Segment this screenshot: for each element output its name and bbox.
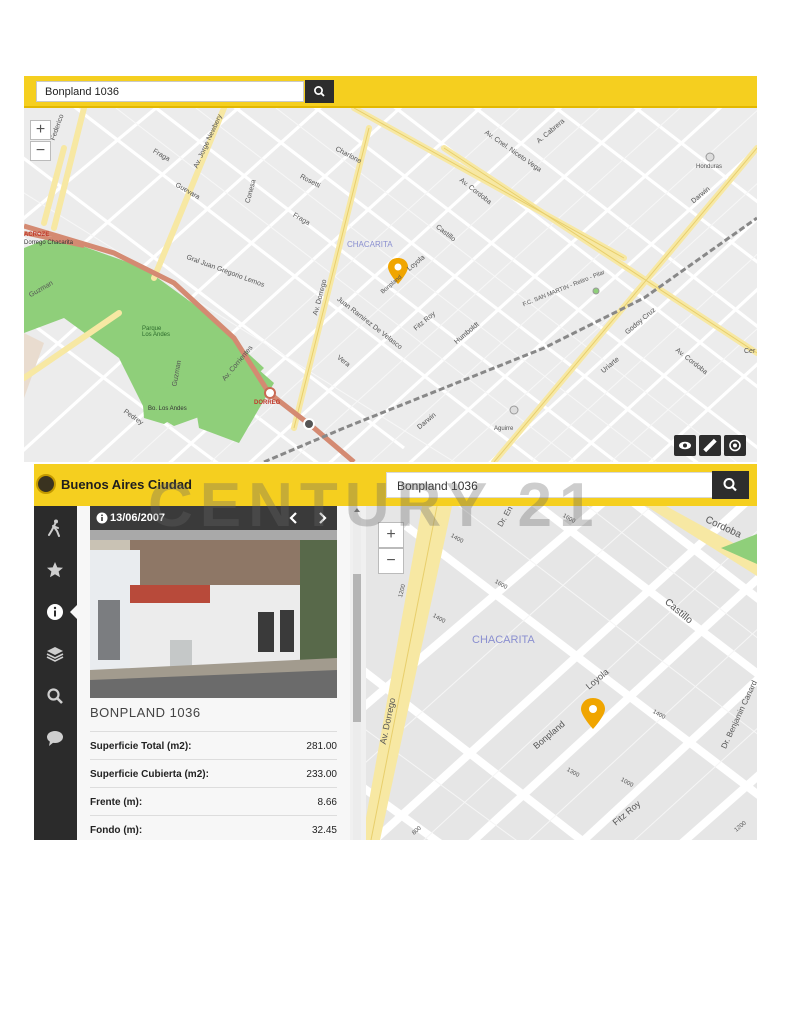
address-search-input[interactable]: Bonpland 1036 xyxy=(36,81,304,102)
neighborhood-label: CHACARITA xyxy=(347,240,393,249)
locate-button[interactable] xyxy=(724,435,746,456)
property-row: Superficie Total (m2): 281.00 xyxy=(90,731,337,760)
search-icon xyxy=(314,86,325,97)
zoom-out-button[interactable]: − xyxy=(378,548,404,574)
walk-icon xyxy=(48,519,60,537)
map-label: DORREG xyxy=(254,400,281,406)
address-title: BONPLAND 1036 xyxy=(90,705,201,720)
row-label: Superficie Cubierta (m2): xyxy=(90,769,209,780)
search-icon xyxy=(47,688,63,704)
zoom-out-button[interactable]: − xyxy=(30,141,51,161)
row-label: Fondo (m): xyxy=(90,825,143,836)
row-label: Superficie Total (m2): xyxy=(90,741,192,752)
street-photo xyxy=(90,530,337,698)
map-label: Aguirre xyxy=(494,426,514,432)
property-row: Superficie Cubierta (m2): 233.00 xyxy=(90,759,337,788)
property-row: Frente (m): 8.66 xyxy=(90,787,337,816)
row-value: 233.00 xyxy=(306,769,337,780)
map-label: Bo. Los Andes xyxy=(148,406,187,412)
eye-icon xyxy=(679,441,691,450)
view-button[interactable] xyxy=(674,435,696,456)
locate-icon xyxy=(729,439,741,452)
map-label: Honduras xyxy=(696,164,723,170)
layers-icon xyxy=(46,647,64,662)
star-icon xyxy=(47,562,63,578)
property-row: Fondo (m): 32.45 xyxy=(90,815,337,840)
map-label: ACROZE xyxy=(24,232,50,238)
map-label: Parque Los Andes xyxy=(142,326,171,338)
measure-button[interactable] xyxy=(699,435,721,456)
watermark: CENTURY 21 xyxy=(148,471,601,540)
top-map[interactable]: Charlone Rosetti Fraga Fraga Guevara Av.… xyxy=(24,108,757,462)
info-icon xyxy=(47,604,63,620)
search-icon xyxy=(723,478,737,492)
neighborhood-label: CHACARITA xyxy=(472,634,535,646)
detail-map[interactable]: Cordoba Castillo CHACARITA Loyola Bonpla… xyxy=(366,506,757,840)
sidebar xyxy=(34,506,77,840)
row-value: 32.45 xyxy=(311,825,337,836)
row-value: 281.00 xyxy=(306,741,337,752)
top-search-bar: Bonpland 1036 xyxy=(24,76,757,108)
sidebar-item-search[interactable] xyxy=(34,678,77,714)
map-label: Cer xyxy=(744,348,756,355)
property-info-panel: 13/06/2007 BONPLAND 1036 Superficie Tota… xyxy=(77,506,350,840)
scrollbar-thumb[interactable] xyxy=(353,574,361,722)
sidebar-item-walk[interactable] xyxy=(34,510,77,546)
search-button[interactable] xyxy=(712,471,749,499)
sidebar-item-info[interactable] xyxy=(34,594,77,630)
city-logo xyxy=(36,474,56,494)
sidebar-item-chat[interactable] xyxy=(34,720,77,756)
sidebar-item-favorites[interactable] xyxy=(34,552,77,588)
row-label: Frente (m): xyxy=(90,797,143,808)
search-button[interactable] xyxy=(305,80,334,103)
sidebar-item-layers[interactable] xyxy=(34,636,77,672)
map-label: Dorrego Chacarita xyxy=(24,240,74,246)
zoom-in-button[interactable]: + xyxy=(30,120,51,140)
chat-icon xyxy=(47,731,63,746)
ruler-icon xyxy=(703,438,717,453)
top-map-panel: Charlone Rosetti Fraga Fraga Guevara Av.… xyxy=(24,76,757,462)
active-pointer xyxy=(70,605,77,619)
info-icon xyxy=(96,512,108,524)
row-value: 8.66 xyxy=(317,797,337,808)
